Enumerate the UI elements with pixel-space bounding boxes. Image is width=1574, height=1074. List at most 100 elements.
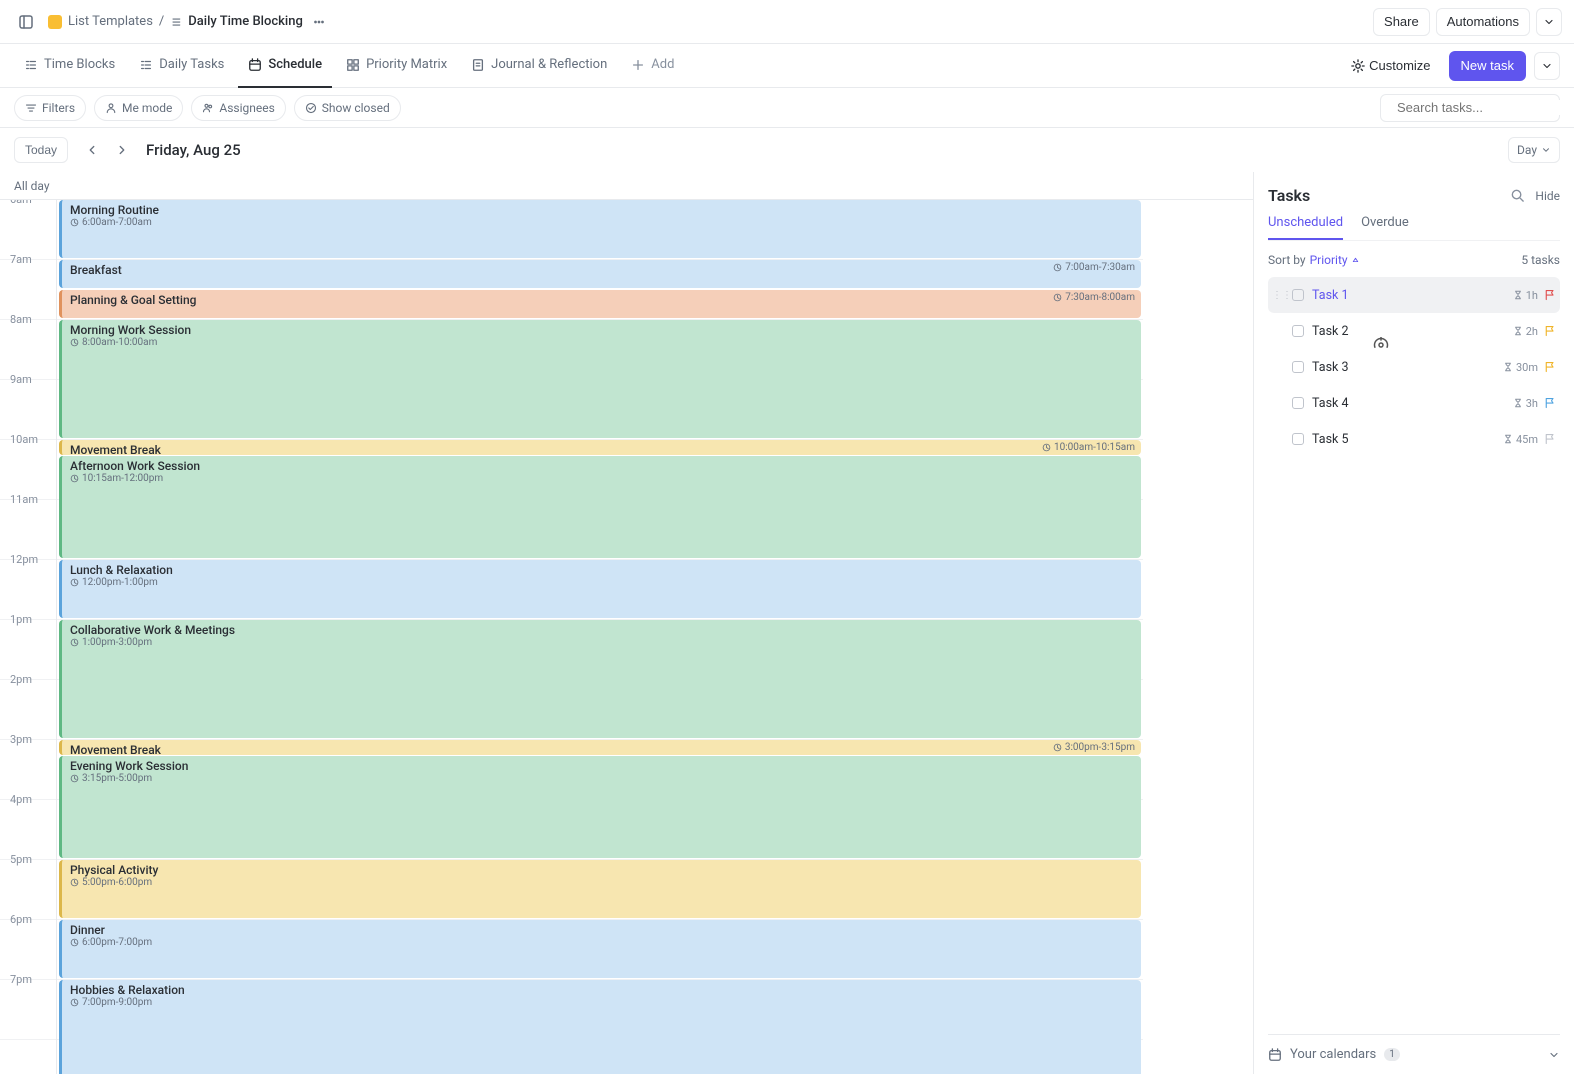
calendars-toggle[interactable]: Your calendars 1 [1268,1047,1560,1062]
calendar-event[interactable]: Collaborative Work & Meetings1:00pm-3:00… [59,620,1141,738]
tab-unscheduled[interactable]: Unscheduled [1268,215,1343,240]
task-item[interactable]: ⋮⋮Task 330m [1268,349,1560,385]
share-button[interactable]: Share [1373,8,1430,36]
task-checkbox[interactable] [1292,325,1304,337]
calendar-event[interactable]: Planning & Goal Setting7:30am-8:00am [59,290,1141,318]
tab-overdue[interactable]: Overdue [1361,215,1409,240]
task-checkbox[interactable] [1292,433,1304,445]
sidebar-toggle-icon[interactable] [12,8,40,36]
calendar-event[interactable]: Movement Break3:00pm-3:15pm [59,740,1141,755]
task-name: Task 3 [1312,360,1503,375]
caret-up-icon [1351,256,1360,265]
task-item[interactable]: ⋮⋮Task 43h [1268,385,1560,421]
task-item[interactable]: ⋮⋮Task 22h [1268,313,1560,349]
task-checkbox[interactable] [1292,397,1304,409]
calendar-event[interactable]: Evening Work Session3:15pm-5:00pm [59,756,1141,858]
breadcrumb-parent[interactable]: List Templates [68,14,153,29]
breadcrumb-current[interactable]: Daily Time Blocking [188,14,303,29]
view-tab-priority-matrix[interactable]: Priority Matrix [336,44,457,88]
view-tab-schedule[interactable]: Schedule [238,44,332,88]
event-title: Morning Routine [70,203,1133,217]
task-estimate: 1h [1513,289,1538,302]
event-time: 12:00pm-1:00pm [70,577,1133,588]
assignees-chip[interactable]: Assignees [191,95,285,121]
task-item[interactable]: ⋮⋮Task 545m [1268,421,1560,457]
calendar-event[interactable]: Lunch & Relaxation12:00pm-1:00pm [59,560,1141,618]
event-time: 1:00pm-3:00pm [70,637,1133,648]
events-column[interactable]: Morning Routine6:00am-7:00amBreakfast7:0… [56,200,1143,1074]
folder-icon [48,15,62,29]
hour-label: 3pm [10,733,32,746]
calendar-icon [1268,1048,1282,1062]
calendar-icon [248,58,262,72]
calendar-grid[interactable]: 6am7am8am9am10am11am12pm1pm2pm3pm4pm5pm6… [0,200,1253,1074]
new-task-button[interactable]: New task [1449,51,1526,81]
show-closed-chip[interactable]: Show closed [294,95,401,121]
clock-icon [70,338,79,347]
me-mode-chip[interactable]: Me mode [94,95,183,121]
chevron-down-icon [1543,16,1555,28]
event-title: Collaborative Work & Meetings [70,623,1133,637]
view-tab-daily-tasks[interactable]: Daily Tasks [129,44,234,88]
clock-icon [1042,443,1051,452]
customize-button[interactable]: Customize [1341,52,1440,80]
view-tab-time-blocks[interactable]: Time Blocks [14,44,125,88]
search-input-wrapper[interactable] [1380,94,1560,122]
hour-label: 1pm [10,613,32,626]
sort-by-select[interactable]: Priority [1310,253,1360,267]
calendar-event[interactable]: Afternoon Work Session10:15am-12:00pm [59,456,1141,558]
calendar-event[interactable]: Breakfast7:00am-7:30am [59,260,1141,288]
calendar-event[interactable]: Morning Work Session8:00am-10:00am [59,320,1141,438]
hour-label: 7pm [10,973,32,986]
sort-label: Sort by [1268,253,1306,267]
clock-icon [70,878,79,887]
event-title: Afternoon Work Session [70,459,1133,473]
clock-icon [1053,743,1062,752]
event-title: Movement Break [70,743,1133,755]
search-icon[interactable] [1510,188,1525,203]
hour-label: 5pm [10,853,32,866]
search-input[interactable] [1397,100,1573,115]
people-icon [202,102,214,114]
task-item[interactable]: ⋮⋮Task 11h [1268,277,1560,313]
calendar-event[interactable]: Movement Break10:00am-10:15am [59,440,1141,455]
view-range-select[interactable]: Day [1508,137,1560,163]
next-day-button[interactable] [108,136,136,164]
breadcrumb: List Templates / Daily Time Blocking [48,12,329,32]
hour-label: 7am [10,253,32,266]
calendar-event[interactable]: Dinner6:00pm-7:00pm [59,920,1141,978]
hour-label: 2pm [10,673,32,686]
hourglass-icon [1513,326,1523,336]
task-checkbox[interactable] [1292,361,1304,373]
automations-dropdown[interactable] [1536,8,1562,36]
task-checkbox[interactable] [1292,289,1304,301]
today-button[interactable]: Today [14,137,68,163]
view-tab-journal-reflection[interactable]: Journal & Reflection [461,44,617,88]
event-time: 6:00pm-7:00pm [70,937,1133,948]
event-title: Planning & Goal Setting [70,293,1133,307]
event-title: Breakfast [70,263,1133,277]
hourglass-icon [1503,434,1513,444]
calendar-event[interactable]: Morning Routine6:00am-7:00am [59,200,1141,258]
clock-icon [70,774,79,783]
filters-chip[interactable]: Filters [14,95,86,121]
automations-button[interactable]: Automations [1436,8,1530,36]
clock-icon [70,218,79,227]
prev-day-button[interactable] [78,136,106,164]
filter-icon [25,102,37,114]
task-name: Task 5 [1312,432,1503,447]
flag-icon [1544,397,1556,409]
more-icon[interactable] [309,12,329,32]
check-circle-icon [305,102,317,114]
new-task-dropdown[interactable] [1534,52,1560,80]
hide-panel-button[interactable]: Hide [1535,189,1560,203]
add-view-button[interactable]: Add [621,44,684,88]
clock-icon [70,938,79,947]
chevron-down-icon [1541,145,1551,155]
chevron-down-icon [1541,60,1553,72]
calendars-section: Your calendars 1 [1268,1034,1560,1074]
drag-handle-icon[interactable]: ⋮⋮ [1272,290,1284,301]
all-day-row[interactable]: All day [0,172,1253,200]
calendar-event[interactable]: Hobbies & Relaxation7:00pm-9:00pm [59,980,1141,1074]
calendar-event[interactable]: Physical Activity5:00pm-6:00pm [59,860,1141,918]
